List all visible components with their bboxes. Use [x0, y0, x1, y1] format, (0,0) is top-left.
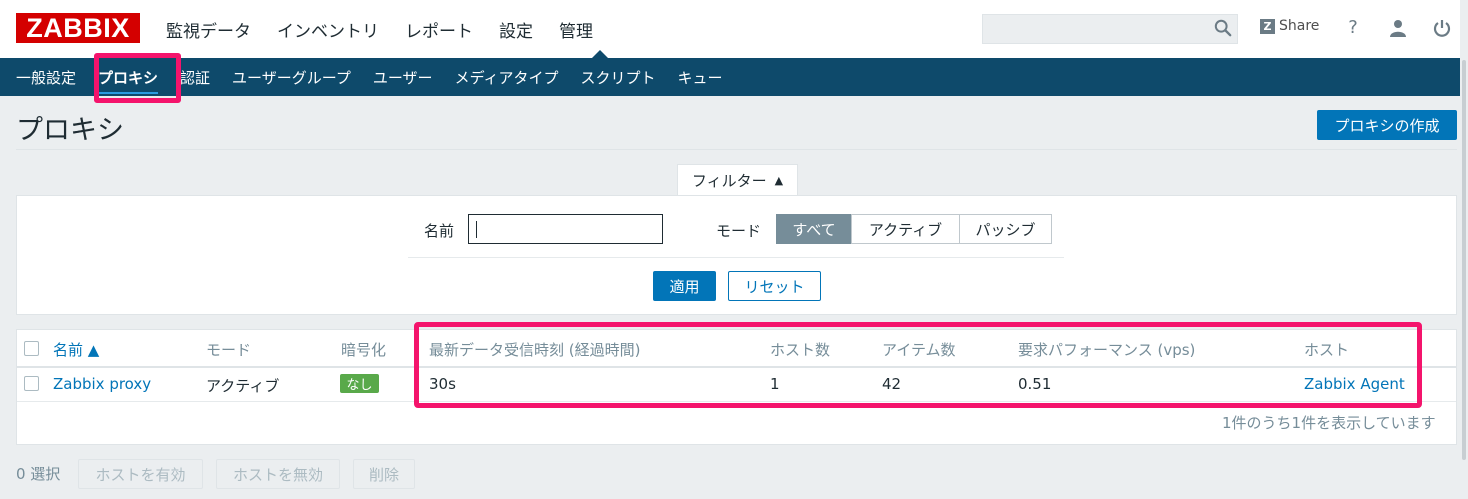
col-header-encryption: 暗号化 [341, 341, 387, 359]
enable-hosts-button[interactable]: ホストを有効 [78, 459, 203, 489]
filter-name-input[interactable] [468, 214, 663, 244]
reset-filter-button[interactable]: リセット [728, 271, 821, 301]
nav-inventory[interactable]: インベントリ [277, 17, 379, 42]
highlight-box-proxies [94, 53, 181, 103]
sub-nav: 一般設定 プロキシ 認証 ユーザーグループ ユーザー メディアタイプ スクリプト… [0, 58, 1468, 96]
select-all-checkbox[interactable] [24, 341, 39, 356]
filter-tab-label: フィルター [691, 172, 767, 190]
subnav-authentication[interactable]: 認証 [180, 67, 210, 88]
subnav-user-groups[interactable]: ユーザーグループ [232, 67, 351, 88]
selected-count: 0 選択 [16, 465, 61, 483]
filter-mode-label: モード [716, 222, 762, 240]
subnav-users[interactable]: ユーザー [373, 67, 433, 88]
active-nav-indicator [592, 50, 608, 58]
scrollbar-thumb[interactable] [1462, 60, 1466, 460]
top-header: ZABBIX 監視データ インベントリ レポート 設定 管理 Z Share ? [0, 0, 1468, 58]
global-search-input[interactable] [982, 14, 1238, 44]
table-summary: 1件のうち1件を表示しています [1222, 414, 1436, 432]
highlight-box-columns [414, 322, 1422, 408]
user-profile-icon[interactable] [1388, 18, 1408, 38]
row-checkbox[interactable] [24, 376, 39, 391]
disable-hosts-button[interactable]: ホストを無効 [216, 459, 340, 489]
nav-administration[interactable]: 管理 [559, 17, 593, 42]
share-link[interactable]: Z Share [1260, 18, 1319, 34]
apply-filter-button[interactable]: 適用 [653, 271, 716, 301]
nav-configuration[interactable]: 設定 [499, 17, 533, 42]
share-label: Share [1279, 18, 1320, 34]
subnav-general[interactable]: 一般設定 [16, 67, 76, 88]
mode-all-button[interactable]: すべて [776, 214, 852, 244]
subnav-scripts[interactable]: スクリプト [581, 67, 656, 88]
encryption-badge: なし [340, 374, 379, 393]
proxy-mode: アクティブ [206, 377, 280, 395]
zabbix-share-icon: Z [1260, 18, 1275, 34]
subnav-queue[interactable]: キュー [678, 67, 723, 88]
page-title: プロキシ [16, 115, 124, 146]
nav-reports[interactable]: レポート [405, 17, 473, 42]
search-icon[interactable] [1214, 19, 1232, 37]
title-divider [16, 149, 1457, 150]
main-nav: 監視データ インベントリ レポート 設定 管理 [166, 0, 619, 58]
create-proxy-button[interactable]: プロキシの作成 [1317, 110, 1457, 140]
subnav-media-types[interactable]: メディアタイプ [455, 67, 559, 88]
help-icon[interactable]: ? [1343, 18, 1363, 38]
col-header-mode: モード [206, 341, 252, 359]
delete-button[interactable]: 削除 [353, 459, 415, 489]
text-caret [476, 221, 477, 238]
filter-name-label: 名前 [424, 222, 455, 240]
mode-active-button[interactable]: アクティブ [851, 214, 960, 244]
col-header-name[interactable]: 名前 ▲ [53, 339, 99, 360]
zabbix-logo[interactable]: ZABBIX [16, 13, 140, 43]
triangle-up-icon: ▲ [774, 174, 784, 187]
mode-passive-button[interactable]: パッシブ [959, 214, 1052, 244]
filter-divider [408, 257, 1064, 258]
filter-tab[interactable]: フィルター ▲ [677, 164, 798, 196]
nav-monitoring[interactable]: 監視データ [166, 17, 251, 42]
power-sign-out-icon[interactable] [1432, 18, 1452, 38]
proxy-name-link[interactable]: Zabbix proxy [53, 375, 151, 393]
